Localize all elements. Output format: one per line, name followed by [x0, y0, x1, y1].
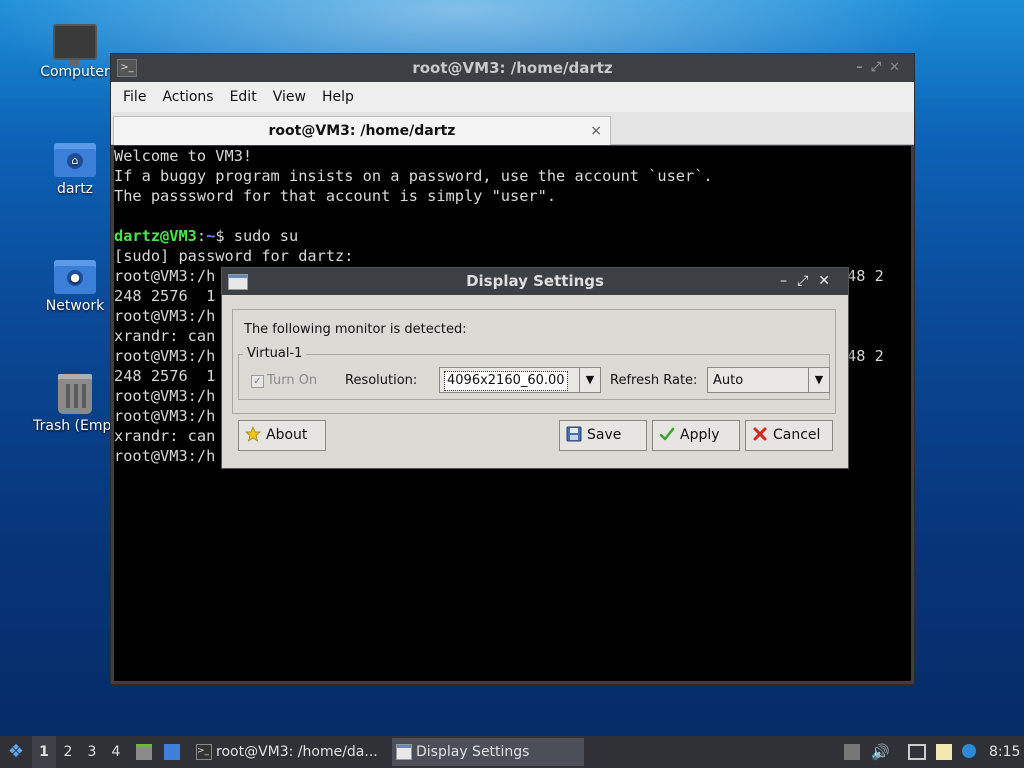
task-display-settings[interactable]: Display Settings: [392, 738, 584, 766]
desktop-icon-computer[interactable]: Computer: [27, 24, 123, 80]
refresh-rate-value: Auto: [713, 373, 744, 388]
close-icon[interactable]: ✕: [818, 273, 840, 289]
refresh-rate-select[interactable]: Auto ▼: [707, 367, 830, 393]
terminal-titlebar[interactable]: >_ root@VM3: /home/dartz –⤢✕: [111, 54, 914, 82]
desktop-icon-label: Computer: [40, 64, 110, 80]
clock[interactable]: 8:15: [989, 736, 1021, 768]
taskbar: ❖ 1 2 3 4 >_ root@VM3: /home/da... Displ…: [0, 736, 1024, 768]
chevron-down-icon: ▼: [808, 368, 829, 392]
terminal-line-text: root@VM3:/h: [114, 267, 216, 285]
terminal-task-icon: >_: [196, 744, 212, 760]
trash-icon: [58, 374, 92, 414]
save-button[interactable]: Save: [559, 420, 647, 451]
menu-file[interactable]: File: [115, 89, 154, 105]
task-display-settings-label: Display Settings: [416, 744, 530, 760]
workspace-2[interactable]: 2: [56, 736, 80, 768]
detected-label: The following monitor is detected:: [244, 322, 467, 337]
menu-edit[interactable]: Edit: [222, 89, 265, 105]
monitor-name: Virtual-1: [243, 346, 307, 361]
terminal-line: Welcome to VM3!: [114, 147, 253, 165]
dialog-title: Display Settings: [466, 272, 604, 290]
task-terminal-label: root@VM3: /home/da...: [216, 744, 378, 760]
resolution-value: 4096x2160_60.00: [444, 371, 568, 391]
desktop-icon-trash[interactable]: Trash (Empt: [27, 374, 123, 434]
network-status-icon[interactable]: [908, 744, 926, 760]
tab-close-icon[interactable]: ×: [590, 117, 602, 145]
workspace-4[interactable]: 4: [104, 736, 128, 768]
computer-icon: [53, 24, 97, 66]
chevron-down-icon: ▼: [579, 368, 600, 392]
workspace-1[interactable]: 1: [32, 736, 56, 768]
menu-help[interactable]: Help: [314, 89, 362, 105]
apply-button-label: Apply: [680, 427, 720, 443]
terminal-line-tail: 48 2: [847, 347, 884, 365]
terminal-prompt-line: dartz@VM3:~$ sudo su: [114, 226, 911, 246]
apply-button[interactable]: Apply: [652, 420, 740, 451]
dialog-titlebar[interactable]: Display Settings –⤢✕: [222, 268, 848, 295]
maximize-icon[interactable]: ⤢: [871, 60, 889, 75]
menu-view[interactable]: View: [265, 89, 314, 105]
turn-on-checkbox[interactable]: ✓: [251, 375, 264, 388]
prompt-command: $ sudo su: [215, 227, 299, 245]
prompt-user: dartz@VM3: [114, 227, 197, 245]
menu-actions[interactable]: Actions: [154, 89, 221, 105]
turn-on-label: Turn On: [267, 373, 318, 388]
desktop-icon-network[interactable]: ● Network: [27, 260, 123, 314]
show-desktop-icon[interactable]: [164, 744, 180, 760]
minimize-icon[interactable]: –: [780, 273, 797, 289]
volume-icon[interactable]: 🔊: [871, 744, 890, 760]
cancel-button-label: Cancel: [773, 427, 821, 443]
window-controls: –⤢✕: [856, 54, 908, 82]
terminal-menubar: File Actions Edit View Help: [111, 82, 914, 112]
file-manager-icon[interactable]: [136, 744, 152, 760]
about-button[interactable]: About: [238, 420, 326, 451]
minimize-icon[interactable]: –: [856, 60, 871, 75]
floppy-disk-icon: [566, 426, 582, 442]
terminal-tabbar: root@VM3: /home/dartz ×: [111, 112, 914, 145]
window-task-icon: [396, 744, 412, 760]
window-icon: [228, 274, 248, 290]
terminal-tab[interactable]: root@VM3: /home/dartz ×: [113, 116, 611, 145]
start-menu-icon[interactable]: ❖: [4, 736, 28, 768]
cancel-button[interactable]: Cancel: [745, 420, 833, 451]
notification-icon[interactable]: [962, 744, 976, 758]
prompt-colon: :: [196, 227, 207, 245]
resolution-label: Resolution:: [345, 373, 418, 388]
maximize-icon[interactable]: ⤢: [797, 273, 818, 289]
terminal-line-tail: 48 2: [847, 267, 884, 285]
desktop-icon-label: Trash (Empt: [33, 418, 117, 434]
terminal-title: root@VM3: /home/dartz: [412, 59, 613, 77]
terminal-line-text: root@VM3:/h: [114, 347, 216, 365]
dialog-window-controls: –⤢✕: [780, 268, 840, 295]
desktop-icon-home[interactable]: ⌂ dartz: [27, 143, 123, 197]
terminal-line: [sudo] password for dartz:: [114, 247, 354, 265]
network-folder-icon: ●: [54, 260, 96, 294]
home-folder-icon: ⌂: [54, 143, 96, 177]
task-terminal[interactable]: >_ root@VM3: /home/da...: [192, 738, 388, 766]
monitor-panel: The following monitor is detected: Virtu…: [232, 309, 836, 414]
terminal-line: If a buggy program insists on a password…: [114, 167, 713, 185]
display-settings-dialog: Display Settings –⤢✕ The following monit…: [221, 267, 849, 469]
desktop-icon-label: Network: [45, 298, 105, 314]
close-icon[interactable]: ✕: [889, 60, 908, 75]
star-icon: [245, 426, 261, 442]
desktop-icon-label: dartz: [56, 181, 94, 197]
checkmark-icon: [659, 427, 675, 441]
resolution-select[interactable]: 4096x2160_60.00 ▼: [439, 367, 601, 393]
refresh-rate-label: Refresh Rate:: [610, 373, 698, 388]
eject-icon[interactable]: [844, 744, 860, 760]
cancel-x-icon: [753, 427, 767, 441]
save-button-label: Save: [587, 427, 622, 443]
about-button-label: About: [266, 427, 308, 443]
prompt-path: ~: [206, 227, 216, 245]
terminal-app-icon: >_: [117, 59, 137, 77]
clipboard-icon[interactable]: [936, 744, 952, 760]
terminal-line: The passsword for that account is simply…: [114, 187, 557, 205]
workspace-3[interactable]: 3: [80, 736, 104, 768]
terminal-tab-label: root@VM3: /home/dartz: [268, 123, 456, 139]
